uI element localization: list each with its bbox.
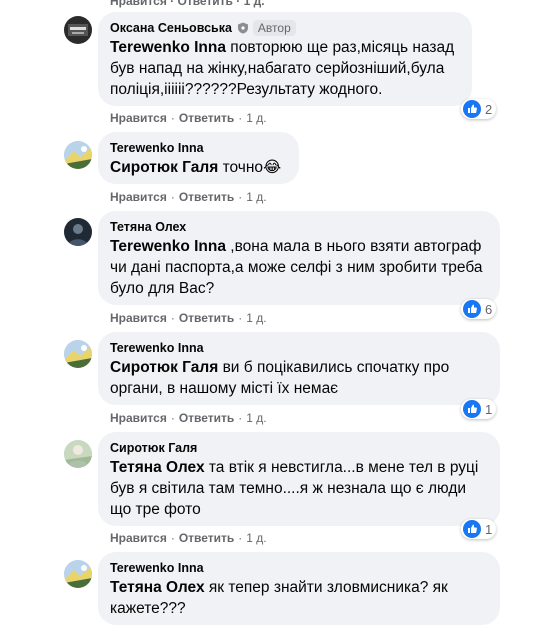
comment-actions: Нравится · Ответить · 1 д. <box>110 411 267 425</box>
reply-button[interactable]: Ответить <box>179 190 234 204</box>
mention-link[interactable]: Тетяна Олех <box>110 459 205 476</box>
comment-time[interactable]: 1 д. <box>246 111 266 125</box>
reply-button[interactable]: Ответить <box>179 411 234 425</box>
comment-actions: Нравится · Ответить · 1 д. <box>110 311 267 325</box>
comment-author[interactable]: Оксана Сеньовська <box>110 20 232 36</box>
comment-text: Terewenko Inna повторюю ще раз,місяць на… <box>110 37 460 100</box>
reply-button[interactable]: Ответить <box>179 111 234 125</box>
comment-bubble: Terewenko Inna Сиротюк Галя точно😂 <box>98 132 299 184</box>
reply-button[interactable]: Ответить <box>179 311 234 325</box>
like-button[interactable]: Нравится <box>110 531 167 545</box>
comment-text: Сиротюк Галя ви б поцікавились спочатку … <box>110 357 488 399</box>
comment-bubble: Terewenko Inna Тетяна Олех як тепер знай… <box>98 552 500 625</box>
mention-link[interactable]: Тетяна Олех <box>110 579 205 596</box>
comment-time[interactable]: 1 д. <box>246 311 266 325</box>
comment-time[interactable]: 1 д. <box>246 411 266 425</box>
like-button[interactable]: Нравится <box>110 190 167 204</box>
laughing-emoji-icon: 😂 <box>263 159 282 176</box>
like-icon <box>463 100 481 118</box>
reactions-count[interactable]: 1 <box>461 399 497 419</box>
avatar[interactable] <box>64 340 92 368</box>
comment-text: Terewenko Inna ,вона мала в нього взяти … <box>110 236 488 299</box>
avatar[interactable] <box>64 16 92 44</box>
comment-actions: Нравится · Ответить · 1 д. <box>110 531 267 545</box>
like-icon <box>463 400 481 418</box>
reactions-count[interactable]: 6 <box>461 299 497 319</box>
comment-bubble: Terewenko Inna Сиротюк Галя ви б поцікав… <box>98 332 500 405</box>
comment-time[interactable]: 1 д. <box>246 190 266 204</box>
comment-text: Тетяна Олех та втік я невстигла...в мене… <box>110 457 488 520</box>
reactions-count[interactable]: 1 <box>461 519 497 539</box>
comment-actions: Нравится · Ответить · 1 д. <box>110 190 267 204</box>
avatar[interactable] <box>64 141 92 169</box>
previous-comment-actions: Нравится · Ответить · 1 д. <box>110 0 265 8</box>
author-badge: Автор <box>252 20 296 36</box>
comment-text: Тетяна Олех як тепер знайти зловмисника?… <box>110 577 488 619</box>
mention-link[interactable]: Сиротюк Галя <box>110 159 218 176</box>
mention-link[interactable]: Сиротюк Галя <box>110 359 218 376</box>
like-button[interactable]: Нравится <box>110 311 167 325</box>
comment-author[interactable]: Сиротюк Галя <box>110 440 197 456</box>
mention-link[interactable]: Terewenko Inna <box>110 39 226 56</box>
mention-link[interactable]: Terewenko Inna <box>110 238 226 255</box>
like-icon <box>463 520 481 538</box>
comment-actions: Нравится · Ответить · 1 д. <box>110 111 267 125</box>
comment-bubble: Тетяна Олех Terewenko Inna ,вона мала в … <box>98 211 500 305</box>
like-button[interactable]: Нравится <box>110 411 167 425</box>
comment-text: Сиротюк Галя точно😂 <box>110 157 287 178</box>
reply-button[interactable]: Ответить <box>179 531 234 545</box>
comment-author[interactable]: Terewenko Inna <box>110 340 204 356</box>
comment-author[interactable]: Terewenko Inna <box>110 560 204 576</box>
avatar[interactable] <box>64 218 92 246</box>
like-button[interactable]: Нравится <box>110 111 167 125</box>
comment-author[interactable]: Тетяна Олех <box>110 219 186 235</box>
like-icon <box>463 300 481 318</box>
comment-bubble: Сиротюк Галя Тетяна Олех та втік я невст… <box>98 432 500 526</box>
comment-time[interactable]: 1 д. <box>246 531 266 545</box>
comment-bubble: Оксана Сеньовська Автор Terewenko Inna п… <box>98 12 472 106</box>
comment-author[interactable]: Terewenko Inna <box>110 140 204 156</box>
avatar[interactable] <box>64 560 92 588</box>
reactions-count[interactable]: 2 <box>461 99 497 119</box>
avatar[interactable] <box>64 440 92 468</box>
verified-shield-icon <box>237 22 248 34</box>
comment-body: точно <box>218 159 264 176</box>
